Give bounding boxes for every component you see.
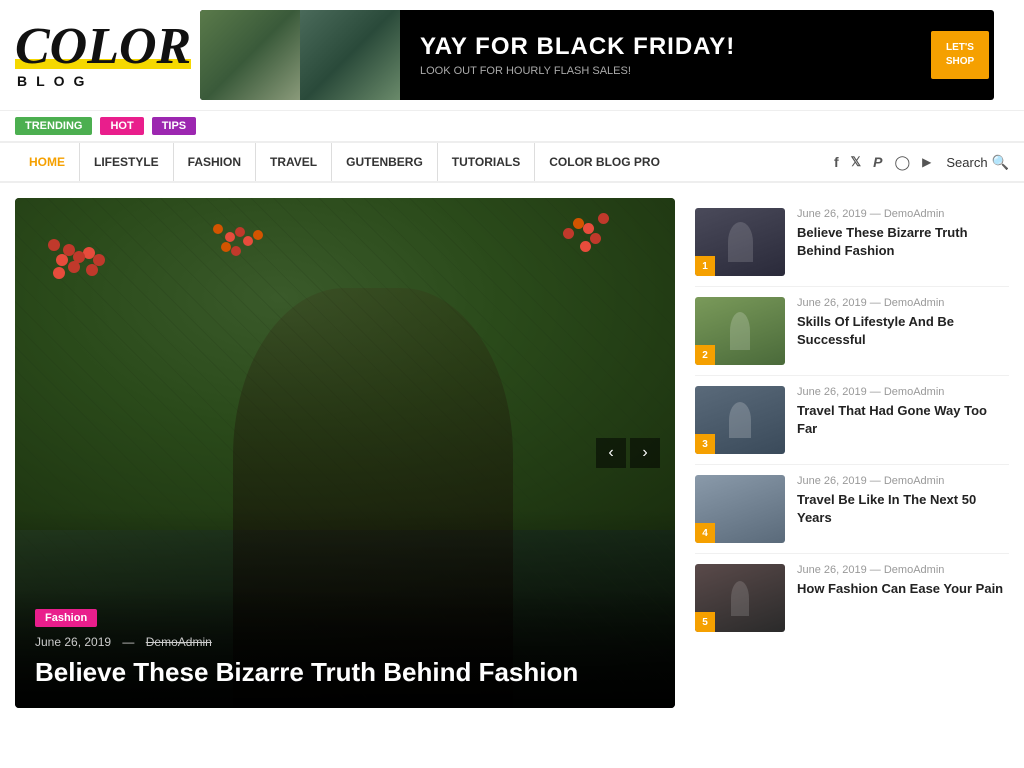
article-title[interactable]: Believe These Bizarre Truth Behind Fashi… [797, 224, 1009, 260]
article-title[interactable]: Travel Be Like In The Next 50 Years [797, 491, 1009, 527]
logo[interactable]: COLOR BLOG [15, 21, 185, 89]
article-meta: June 26, 2019 — DemoAdmin [797, 208, 1009, 220]
tag-hot[interactable]: HOT [100, 117, 143, 135]
nav-search[interactable]: Search 🔍 [946, 154, 1009, 171]
logo-color-text: COLOR [15, 18, 191, 75]
article-thumb[interactable]: 5 [695, 564, 785, 632]
header: COLOR BLOG YAY FOR BLACK FRIDAY! LOOK OU… [0, 0, 1024, 111]
sidebar-articles: 1 June 26, 2019 — DemoAdmin Believe Thes… [695, 198, 1009, 708]
nav-social: f 𝕏 P ◯ ▶ [834, 154, 931, 171]
main-content: ‹ › Fashion June 26, 2019 — DemoAdmin Be… [0, 183, 1024, 723]
article-thumb[interactable]: 4 [695, 475, 785, 543]
featured-slider: ‹ › Fashion June 26, 2019 — DemoAdmin Be… [15, 198, 675, 708]
article-meta: June 26, 2019 — DemoAdmin [797, 564, 1009, 576]
nav-item-colorblogpro[interactable]: COLOR BLOG PRO [535, 143, 674, 181]
slider-controls: ‹ › [596, 438, 660, 468]
article-item: 5 June 26, 2019 — DemoAdmin How Fashion … [695, 554, 1009, 642]
article-num-4: 4 [695, 523, 715, 543]
instagram-icon[interactable]: ◯ [894, 154, 910, 171]
banner-title: YAY FOR BLACK FRIDAY! [420, 33, 911, 61]
article-title[interactable]: How Fashion Can Ease Your Pain [797, 580, 1009, 598]
article-thumb[interactable]: 2 [695, 297, 785, 365]
article-thumb[interactable]: 3 [695, 386, 785, 454]
article-item: 4 June 26, 2019 — DemoAdmin Travel Be Li… [695, 465, 1009, 554]
tag-trending[interactable]: TRENDING [15, 117, 92, 135]
search-label: Search [946, 155, 987, 170]
nav-item-fashion[interactable]: FASHION [174, 143, 256, 181]
twitter-icon[interactable]: 𝕏 [851, 154, 861, 170]
article-meta: June 26, 2019 — DemoAdmin [797, 475, 1009, 487]
featured-category-badge[interactable]: Fashion [35, 609, 97, 627]
article-content: June 26, 2019 — DemoAdmin Believe These … [797, 208, 1009, 260]
article-num-2: 2 [695, 345, 715, 365]
nav-item-tutorials[interactable]: TUTORIALS [438, 143, 535, 181]
slider-prev[interactable]: ‹ [596, 438, 626, 468]
featured-meta: June 26, 2019 — DemoAdmin [35, 635, 655, 649]
featured-date: June 26, 2019 [35, 635, 111, 649]
youtube-icon[interactable]: ▶ [922, 155, 931, 169]
nav-item-travel[interactable]: TRAVEL [256, 143, 332, 181]
article-content: June 26, 2019 — DemoAdmin Travel That Ha… [797, 386, 1009, 438]
logo-blog-text: BLOG [17, 73, 185, 89]
featured-caption: Fashion June 26, 2019 — DemoAdmin Believ… [15, 588, 675, 708]
tag-tips[interactable]: TIPS [152, 117, 196, 135]
main-nav: HOME LIFESTYLE FASHION TRAVEL GUTENBERG … [0, 141, 1024, 183]
banner-images [200, 10, 400, 100]
header-banner: YAY FOR BLACK FRIDAY! LOOK OUT FOR HOURL… [200, 10, 994, 100]
article-content: June 26, 2019 — DemoAdmin Travel Be Like… [797, 475, 1009, 527]
article-meta: June 26, 2019 — DemoAdmin [797, 386, 1009, 398]
search-icon: 🔍 [992, 154, 1009, 171]
article-item: 1 June 26, 2019 — DemoAdmin Believe Thes… [695, 198, 1009, 287]
trending-bar: TRENDING HOT TIPS [0, 111, 1024, 141]
pinterest-icon[interactable]: P [873, 154, 882, 170]
nav-item-gutenberg[interactable]: GUTENBERG [332, 143, 438, 181]
article-num-3: 3 [695, 434, 715, 454]
article-content: June 26, 2019 — DemoAdmin How Fashion Ca… [797, 564, 1009, 598]
article-title[interactable]: Travel That Had Gone Way Too Far [797, 402, 1009, 438]
banner-subtitle: LOOK OUT FOR HOURLY FLASH SALES! [420, 65, 911, 77]
article-meta: June 26, 2019 — DemoAdmin [797, 297, 1009, 309]
slider-next[interactable]: › [630, 438, 660, 468]
featured-author: DemoAdmin [146, 635, 212, 649]
article-num-1: 1 [695, 256, 715, 276]
article-title[interactable]: Skills Of Lifestyle And Be Successful [797, 313, 1009, 349]
article-content: June 26, 2019 — DemoAdmin Skills Of Life… [797, 297, 1009, 349]
article-item: 3 June 26, 2019 — DemoAdmin Travel That … [695, 376, 1009, 465]
banner-cta[interactable]: LET'SSHOP [931, 31, 989, 79]
nav-items: HOME LIFESTYLE FASHION TRAVEL GUTENBERG … [15, 143, 819, 181]
article-thumb[interactable]: 1 [695, 208, 785, 276]
facebook-icon[interactable]: f [834, 154, 839, 170]
nav-item-lifestyle[interactable]: LIFESTYLE [80, 143, 174, 181]
featured-title: Believe These Bizarre Truth Behind Fashi… [35, 657, 655, 688]
article-item: 2 June 26, 2019 — DemoAdmin Skills Of Li… [695, 287, 1009, 376]
nav-item-home[interactable]: HOME [15, 143, 80, 181]
banner-content: YAY FOR BLACK FRIDAY! LOOK OUT FOR HOURL… [400, 23, 931, 87]
article-num-5: 5 [695, 612, 715, 632]
